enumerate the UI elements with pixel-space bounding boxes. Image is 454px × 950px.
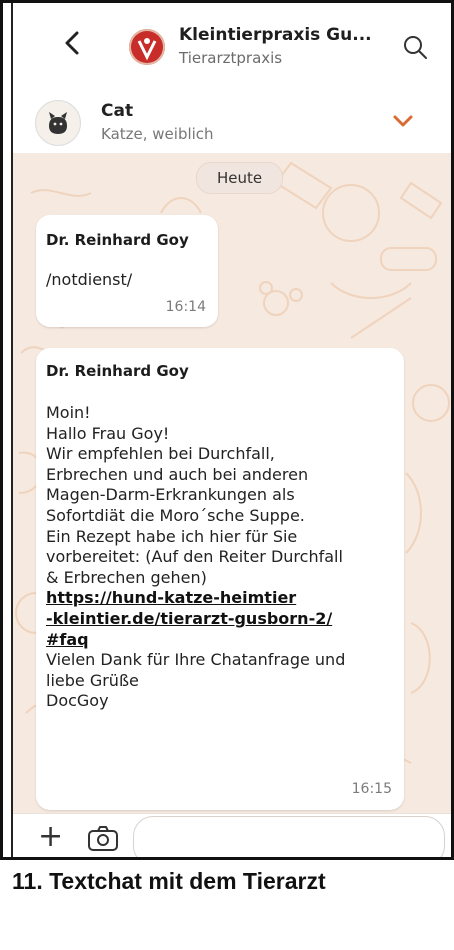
message-line: vorbereitet: (Auf den Reiter Durchfall [46, 547, 343, 567]
date-pill: Heute [196, 162, 284, 194]
app-frame: Kleintierpraxis Gu... Tierarztpraxis Cat… [0, 0, 454, 860]
message-line: Wir empfehlen bei Durchfall, [46, 444, 275, 464]
message-line: Hallo Frau Goy! [46, 423, 170, 443]
pet-details: Katze, weiblich [101, 125, 214, 143]
message-line: Vielen Dank für Ihre Chatanfrage und [46, 650, 346, 670]
message-link[interactable]: https://hund-katze-heimtier [46, 588, 396, 609]
composer-bar: + [11, 813, 451, 857]
chat-area: Heute Dr. Reinhard Goy /notdienst/ 16:14… [11, 153, 451, 813]
pet-name: Cat [101, 101, 134, 121]
practice-logo [129, 29, 165, 65]
message-line: Ein Rezept habe ich hier für Sie [46, 526, 298, 546]
message-time: 16:14 [165, 299, 206, 315]
message-text: /notdienst/ [46, 270, 133, 289]
cat-avatar-icon [35, 100, 81, 146]
camera-icon[interactable] [87, 824, 119, 852]
practice-subtitle: Tierarztpraxis [179, 49, 283, 67]
back-icon[interactable] [63, 29, 81, 62]
left-edge [3, 3, 13, 857]
chat-header: Kleintierpraxis Gu... Tierarztpraxis [11, 3, 451, 92]
message-bubble: Dr. Reinhard Goy Moin! Hallo Frau Goy! W… [36, 348, 404, 810]
message-line: Sofortdiät die Moro´sche Suppe. [46, 505, 305, 525]
message-link[interactable]: #faq [46, 630, 396, 651]
message-sender: Dr. Reinhard Goy [46, 231, 189, 249]
search-icon[interactable] [401, 33, 429, 61]
message-line: Moin! [46, 403, 91, 422]
message-bubble: Dr. Reinhard Goy /notdienst/ 16:14 [36, 215, 218, 327]
message-line: DocGoy [46, 691, 109, 711]
message-text: Moin! Hallo Frau Goy! Wir empfehlen bei … [46, 403, 396, 712]
message-time: 16:15 [351, 781, 392, 797]
pet-selector[interactable]: Cat Katze, weiblich [11, 91, 451, 154]
plus-icon[interactable]: + [38, 822, 63, 852]
chevron-down-icon[interactable] [393, 113, 413, 127]
image-caption: 11. Textchat mit dem Tierarzt [12, 868, 326, 894]
message-line: liebe Grüße [46, 670, 139, 690]
message-link[interactable]: -kleintier.de/tierarzt-gusborn-2/ [46, 609, 396, 630]
message-line: Erbrechen und auch bei anderen [46, 464, 309, 484]
message-input[interactable] [133, 816, 445, 857]
message-line: Magen-Darm-Erkrankungen als [46, 485, 295, 505]
practice-title: Kleintierpraxis Gu... [179, 25, 372, 45]
message-line: & Erbrechen gehen) [46, 567, 207, 587]
message-sender: Dr. Reinhard Goy [46, 362, 189, 380]
